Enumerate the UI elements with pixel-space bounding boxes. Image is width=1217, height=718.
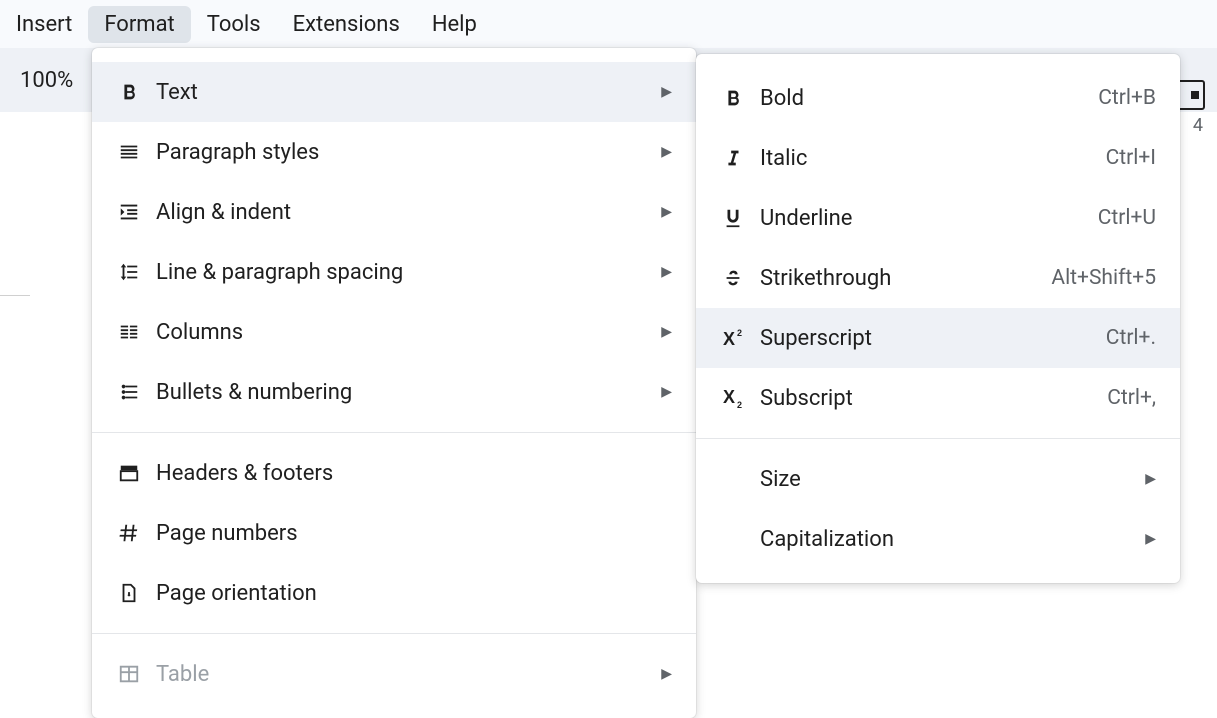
chevron-right-icon: ▶ — [661, 204, 678, 220]
format-line-spacing-label: Line & paragraph spacing — [148, 260, 661, 285]
format-columns-label: Columns — [148, 320, 661, 345]
text-submenu: Bold Ctrl+B Italic Ctrl+I Underline Ctrl… — [696, 54, 1180, 583]
menubar: Insert Format Tools Extensions Help — [0, 0, 1217, 48]
text-underline-label: Underline — [752, 206, 1098, 231]
page-orientation-icon — [110, 582, 148, 604]
text-size[interactable]: Size ▶ — [696, 449, 1180, 509]
paragraph-lines-icon — [110, 141, 148, 163]
text-strikethrough-label: Strikethrough — [752, 266, 1051, 291]
menu-format[interactable]: Format — [88, 6, 190, 43]
text-superscript-shortcut: Ctrl+. — [1106, 326, 1162, 350]
chevron-right-icon: ▶ — [661, 384, 678, 400]
text-bold-shortcut: Ctrl+B — [1098, 86, 1162, 110]
text-underline-shortcut: Ctrl+U — [1098, 206, 1162, 230]
format-align-indent[interactable]: Align & indent ▶ — [92, 182, 696, 242]
text-italic[interactable]: Italic Ctrl+I — [696, 128, 1180, 188]
line-spacing-icon — [110, 261, 148, 283]
svg-text:X: X — [723, 387, 735, 407]
format-page-orientation[interactable]: Page orientation — [92, 563, 696, 623]
bold-icon — [714, 87, 752, 109]
text-underline[interactable]: Underline Ctrl+U — [696, 188, 1180, 248]
indent-icon — [110, 201, 148, 223]
text-bold[interactable]: Bold Ctrl+B — [696, 68, 1180, 128]
header-footer-icon — [110, 462, 148, 484]
chevron-right-icon: ▶ — [661, 666, 678, 682]
text-subscript-shortcut: Ctrl+, — [1107, 386, 1162, 410]
format-table-label: Table — [148, 662, 661, 687]
bullets-icon — [110, 381, 148, 403]
format-paragraph-styles-label: Paragraph styles — [148, 140, 661, 165]
format-table: Table ▶ — [92, 644, 696, 704]
hash-icon — [110, 522, 148, 544]
page-edge — [0, 295, 30, 718]
superscript-icon: X2 — [714, 327, 752, 349]
format-headers-footers[interactable]: Headers & footers — [92, 443, 696, 503]
text-strikethrough[interactable]: Strikethrough Alt+Shift+5 — [696, 248, 1180, 308]
table-icon — [110, 663, 148, 685]
menu-separator — [92, 633, 696, 634]
strikethrough-icon — [714, 267, 752, 289]
text-size-label: Size — [752, 467, 1145, 492]
italic-icon — [714, 147, 752, 169]
text-strikethrough-shortcut: Alt+Shift+5 — [1051, 266, 1162, 290]
menu-extensions[interactable]: Extensions — [277, 6, 416, 43]
text-subscript-label: Subscript — [752, 386, 1107, 411]
chevron-right-icon: ▶ — [661, 84, 678, 100]
format-paragraph-styles[interactable]: Paragraph styles ▶ — [92, 122, 696, 182]
ruler-mark: 4 — [1193, 115, 1203, 136]
format-menu: Text ▶ Paragraph styles ▶ Align & indent… — [92, 48, 696, 718]
format-columns[interactable]: Columns ▶ — [92, 302, 696, 362]
format-text-label: Text — [148, 80, 661, 105]
format-text[interactable]: Text ▶ — [92, 62, 696, 122]
svg-text:2: 2 — [737, 328, 742, 338]
columns-icon — [110, 321, 148, 343]
text-capitalization-label: Capitalization — [752, 527, 1145, 552]
svg-text:2: 2 — [737, 400, 742, 409]
underline-icon — [714, 207, 752, 229]
menu-insert[interactable]: Insert — [0, 6, 88, 43]
chevron-right-icon: ▶ — [661, 264, 678, 280]
chevron-right-icon: ▶ — [661, 324, 678, 340]
chevron-right-icon: ▶ — [661, 144, 678, 160]
menu-separator — [696, 438, 1180, 439]
format-bullets-numbering-label: Bullets & numbering — [148, 380, 661, 405]
text-bold-label: Bold — [752, 86, 1098, 111]
format-line-spacing[interactable]: Line & paragraph spacing ▶ — [92, 242, 696, 302]
svg-text:X: X — [723, 329, 735, 349]
bold-icon — [110, 81, 148, 103]
text-superscript[interactable]: X2 Superscript Ctrl+. — [696, 308, 1180, 368]
format-page-numbers[interactable]: Page numbers — [92, 503, 696, 563]
menu-tools[interactable]: Tools — [191, 6, 277, 43]
text-italic-shortcut: Ctrl+I — [1106, 146, 1162, 170]
text-superscript-label: Superscript — [752, 326, 1106, 351]
chevron-right-icon: ▶ — [1145, 471, 1162, 487]
format-bullets-numbering[interactable]: Bullets & numbering ▶ — [92, 362, 696, 422]
text-italic-label: Italic — [752, 146, 1106, 171]
format-page-numbers-label: Page numbers — [148, 521, 678, 546]
text-capitalization[interactable]: Capitalization ▶ — [696, 509, 1180, 569]
format-align-indent-label: Align & indent — [148, 200, 661, 225]
subscript-icon: X2 — [714, 387, 752, 409]
format-headers-footers-label: Headers & footers — [148, 461, 678, 486]
menu-separator — [92, 432, 696, 433]
text-subscript[interactable]: X2 Subscript Ctrl+, — [696, 368, 1180, 428]
format-page-orientation-label: Page orientation — [148, 581, 678, 606]
zoom-level[interactable]: 100% — [20, 68, 73, 93]
menu-help[interactable]: Help — [416, 6, 493, 43]
chevron-right-icon: ▶ — [1145, 531, 1162, 547]
